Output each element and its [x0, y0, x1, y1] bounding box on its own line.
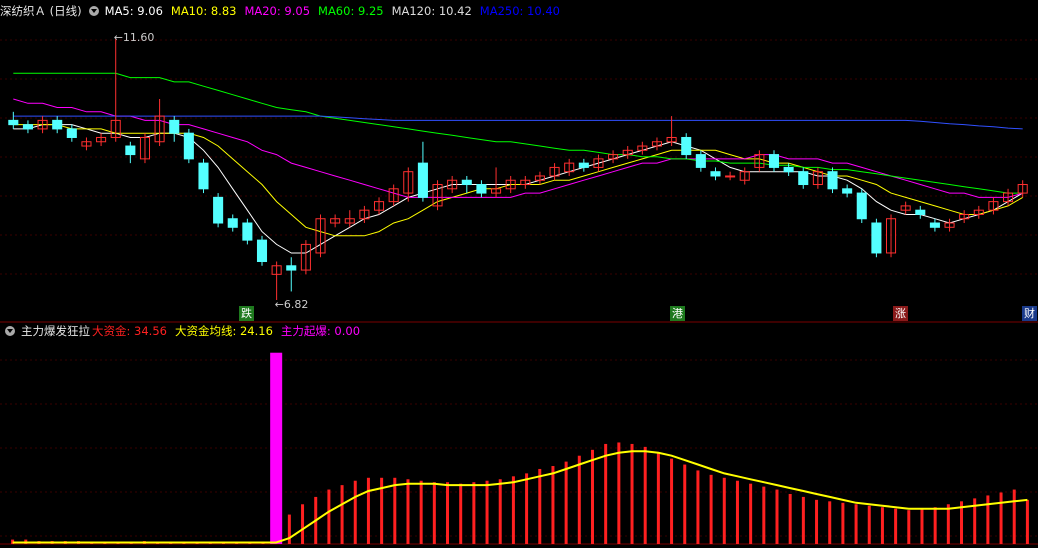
candle-body: [768, 154, 780, 168]
volume-bar: [894, 508, 898, 544]
volume-bar: [867, 505, 871, 544]
volume-bar: [762, 486, 766, 544]
candle-body: [417, 162, 428, 198]
volume-bar: [446, 482, 450, 544]
volume-bar: [656, 452, 660, 544]
volume-bar: [577, 455, 581, 544]
volume-ma-line: [12, 450, 1028, 544]
spike-bar: [270, 352, 283, 544]
volume-bar: [525, 473, 529, 544]
candle-body: [842, 188, 853, 194]
candle-body: [827, 171, 838, 190]
volume-bar: [340, 485, 344, 544]
volume-bar: [432, 482, 436, 544]
volume-bar: [630, 443, 634, 544]
candle-body: [169, 119, 180, 134]
volume-bar: [880, 507, 884, 544]
candle-body: [695, 154, 706, 168]
volume-bar: [406, 479, 410, 544]
candle-body: [227, 218, 238, 228]
volume-bar: [722, 477, 726, 544]
high-value: 11.60: [122, 31, 155, 45]
volume-bar: [933, 507, 937, 544]
candle-body: [725, 175, 736, 178]
candle-body: [476, 184, 487, 194]
volume-bar: [643, 446, 647, 544]
volume-bar: [946, 504, 950, 544]
candle-body: [710, 171, 721, 177]
volume-bar: [511, 476, 515, 544]
volume-bar: [472, 482, 476, 544]
volume-bar: [709, 474, 713, 544]
event-marker[interactable]: 港: [670, 306, 685, 321]
volume-bar: [907, 510, 911, 544]
candle-body: [286, 265, 297, 271]
volume-bar: [999, 492, 1003, 544]
candle-body: [52, 119, 63, 130]
candle-body: [915, 209, 926, 215]
volume-bar: [393, 477, 397, 544]
candle-body: [798, 171, 809, 186]
candle-body: [125, 145, 136, 156]
event-marker[interactable]: 涨: [893, 306, 908, 321]
volume-bar: [815, 499, 819, 544]
event-marker[interactable]: 财: [1022, 306, 1037, 321]
event-marker[interactable]: 跌: [239, 306, 254, 321]
volume-bar: [828, 501, 832, 544]
candle-body: [929, 222, 940, 228]
candle-body: [871, 222, 882, 254]
candle-body: [183, 132, 194, 160]
volume-bar: [590, 449, 594, 544]
volume-bar: [986, 495, 990, 544]
candle-body: [256, 239, 268, 263]
high-price-label: ←11.60: [114, 31, 155, 44]
candle-body: [213, 196, 224, 224]
chart-canvas[interactable]: [0, 0, 1038, 548]
volume-bar: [801, 496, 805, 544]
volume-bar: [617, 442, 621, 544]
volume-bar: [353, 480, 357, 544]
volume-bar: [287, 514, 291, 544]
volume-bar: [327, 489, 331, 544]
candle-body: [783, 166, 794, 173]
volume-bar: [775, 489, 779, 544]
candle-body: [856, 192, 867, 220]
volume-bar: [683, 464, 687, 544]
volume-bar: [301, 504, 305, 544]
volume-bar: [735, 480, 739, 544]
arrow-left-icon: ←: [274, 298, 284, 311]
candle-body: [198, 162, 209, 190]
candle-body: [8, 119, 19, 126]
low-value: 6.82: [283, 298, 309, 311]
volume-bar: [366, 477, 370, 544]
volume-bar: [551, 466, 555, 544]
volume-bar: [419, 480, 423, 544]
candle-body: [681, 136, 692, 156]
volume-bar: [854, 504, 858, 544]
volume-bar: [1025, 499, 1029, 544]
volume-bar: [841, 502, 845, 544]
candle-body: [242, 222, 253, 241]
candle-body: [461, 179, 472, 186]
candle-body: [66, 128, 77, 138]
volume-bar: [538, 468, 542, 544]
ma-line-ma5: [13, 124, 1023, 254]
volume-bar: [696, 470, 700, 544]
candle-body: [578, 162, 589, 168]
volume-bar: [564, 461, 568, 544]
volume-bar: [459, 483, 463, 544]
volume-bar: [485, 480, 489, 544]
volume-bar: [670, 458, 674, 544]
volume-bar: [1012, 489, 1016, 544]
candle-body: [22, 124, 33, 130]
volume-bar: [788, 493, 792, 544]
low-price-label: ←6.82: [275, 298, 309, 311]
arrow-left-icon: ←: [113, 31, 123, 45]
volume-bar: [498, 479, 502, 544]
volume-bar: [749, 483, 753, 544]
volume-bar: [604, 443, 608, 544]
ma-line-ma10: [13, 124, 1023, 237]
volume-bar: [920, 508, 924, 544]
